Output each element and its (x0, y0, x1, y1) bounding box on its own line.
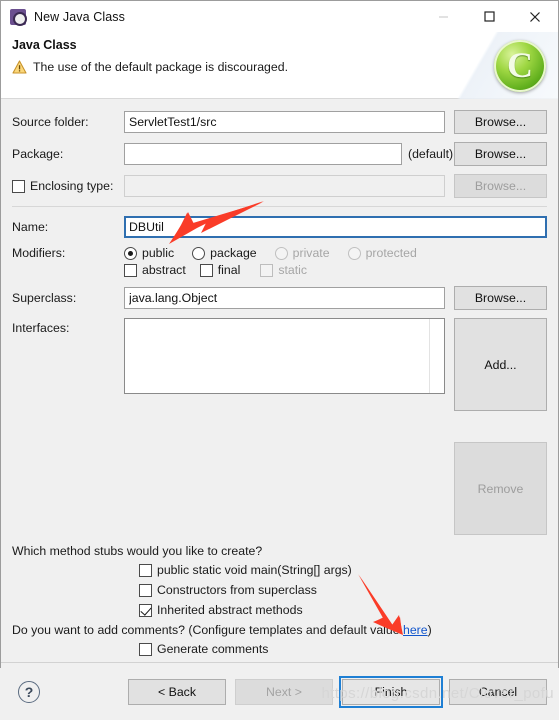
cancel-button[interactable]: Cancel (449, 678, 547, 705)
modifier-checkbox-static-label: static (278, 263, 308, 277)
package-row: Package: (default) Browse... (12, 142, 547, 166)
stub-checkbox-inherited-label: Inherited abstract methods (157, 603, 303, 617)
dialog-body: Source folder: Browse... Package: (defau… (1, 99, 558, 662)
radio-package-icon[interactable] (192, 246, 206, 260)
modifier-radio-public-label: public (142, 246, 175, 260)
comments-question-prefix: Do you want to add comments? (Configure … (12, 623, 403, 637)
java-class-icon (10, 8, 27, 26)
modifier-radio-protected-label: protected (365, 246, 417, 260)
divider-1 (12, 206, 547, 207)
name-row: Name: (12, 216, 547, 238)
checkbox-inherited-icon[interactable] (139, 603, 152, 617)
checkbox-abstract-icon[interactable] (124, 263, 137, 277)
configure-templates-link[interactable]: here (403, 623, 428, 637)
new-java-class-dialog: New Java Class Java Class The use of the… (0, 0, 559, 720)
stub-checkbox-constructors[interactable]: Constructors from superclass (139, 583, 547, 597)
source-folder-label: Source folder: (12, 115, 89, 129)
interfaces-remove-button: Remove (454, 442, 547, 535)
enclosing-type-checkbox[interactable] (12, 179, 25, 193)
source-folder-row: Source folder: Browse... (12, 110, 547, 134)
stub-checkbox-main-label: public static void main(String[] args) (157, 563, 352, 577)
checkbox-main-method-icon[interactable] (139, 563, 152, 577)
modifiers-label: Modifiers: (12, 246, 66, 260)
close-button[interactable] (512, 1, 558, 32)
radio-public-icon[interactable] (124, 246, 137, 260)
window-controls (420, 1, 558, 32)
stub-checkbox-generate-comments-label: Generate comments (157, 642, 269, 656)
dialog-header: Java Class The use of the default packag… (1, 32, 558, 99)
enclosing-type-label-group[interactable]: Enclosing type: (12, 179, 124, 193)
stub-checkbox-constructors-label: Constructors from superclass (157, 583, 317, 597)
interfaces-add-button[interactable]: Add... (454, 318, 547, 411)
modifier-radio-private: private (274, 246, 330, 260)
package-default-note: (default) (408, 147, 454, 161)
modifier-flags-row: abstract final static (12, 263, 547, 277)
maximize-button[interactable] (466, 1, 512, 32)
warning-triangle-icon (12, 60, 27, 74)
enclosing-type-row: Enclosing type: Browse... (12, 174, 547, 198)
clover-logo-icon: C (494, 40, 546, 92)
stub-checkbox-main[interactable]: public static void main(String[] args) (139, 563, 547, 577)
radio-protected-icon (347, 246, 361, 260)
modifier-checkbox-abstract[interactable]: abstract (124, 263, 186, 277)
next-button: Next > (235, 678, 333, 705)
modifier-checkbox-final[interactable]: final (199, 263, 241, 277)
modifier-checkbox-abstract-label: abstract (142, 263, 186, 277)
name-label: Name: (12, 220, 49, 234)
help-icon[interactable]: ? (18, 680, 40, 703)
checkbox-constructors-icon[interactable] (139, 583, 152, 597)
minimize-button[interactable] (420, 1, 466, 32)
checkbox-final-icon[interactable] (199, 263, 213, 277)
checkbox-static-icon (260, 263, 274, 277)
title-bar: New Java Class (1, 1, 558, 32)
superclass-input[interactable] (124, 287, 445, 309)
enclosing-type-label: Enclosing type: (30, 179, 114, 193)
modifier-radio-protected: protected (347, 246, 417, 260)
interfaces-row: Interfaces: Add... Remove (12, 318, 547, 535)
method-stubs-question: Which method stubs would you like to cre… (12, 544, 263, 558)
stub-checkbox-inherited[interactable]: Inherited abstract methods (139, 603, 547, 617)
package-input[interactable] (124, 143, 402, 165)
finish-button[interactable]: Finish (339, 675, 443, 708)
modifier-radio-private-label: private (292, 246, 330, 260)
modifiers-access-group: public package private protected (124, 246, 417, 260)
dialog-footer: ? < Back Next > Finish Cancel https://bl… (1, 662, 558, 720)
source-folder-browse-button[interactable]: Browse... (454, 110, 547, 134)
modifier-checkbox-final-label: final (217, 263, 241, 277)
modifier-flags-group: abstract final static (124, 263, 307, 277)
package-label: Package: (12, 147, 64, 161)
modifiers-row: Modifiers: public package private protec… (12, 246, 547, 260)
stub-checkbox-generate-comments[interactable]: Generate comments (139, 642, 547, 656)
superclass-label: Superclass: (12, 291, 77, 305)
checkbox-generate-comments-icon[interactable] (139, 642, 152, 656)
clover-logo-letter: C (507, 44, 533, 85)
interfaces-buttons: Add... Remove (454, 318, 547, 535)
interfaces-list[interactable] (124, 318, 445, 394)
window-title: New Java Class (34, 9, 126, 24)
back-button[interactable]: < Back (128, 678, 226, 705)
interfaces-scrollbar[interactable] (429, 319, 444, 393)
header-message-text: The use of the default package is discou… (33, 60, 288, 74)
radio-private-icon (274, 246, 288, 260)
modifier-radio-package-label: package (210, 246, 257, 260)
interfaces-label: Interfaces: (12, 321, 70, 335)
comments-question-suffix: ) (427, 623, 432, 637)
modifier-radio-public[interactable]: public (124, 246, 174, 260)
name-input[interactable] (124, 216, 547, 238)
modifier-checkbox-static: static (260, 263, 307, 277)
comments-question: Do you want to add comments? (Configure … (12, 623, 547, 637)
footer-buttons: < Back Next > Finish Cancel (128, 675, 547, 708)
superclass-row: Superclass: Browse... (12, 286, 547, 310)
package-browse-button[interactable]: Browse... (454, 142, 547, 166)
source-folder-input[interactable] (124, 111, 445, 133)
superclass-browse-button[interactable]: Browse... (454, 286, 547, 310)
modifier-radio-package[interactable]: package (192, 246, 257, 260)
enclosing-type-browse-button: Browse... (454, 174, 547, 198)
enclosing-type-input (124, 175, 445, 197)
